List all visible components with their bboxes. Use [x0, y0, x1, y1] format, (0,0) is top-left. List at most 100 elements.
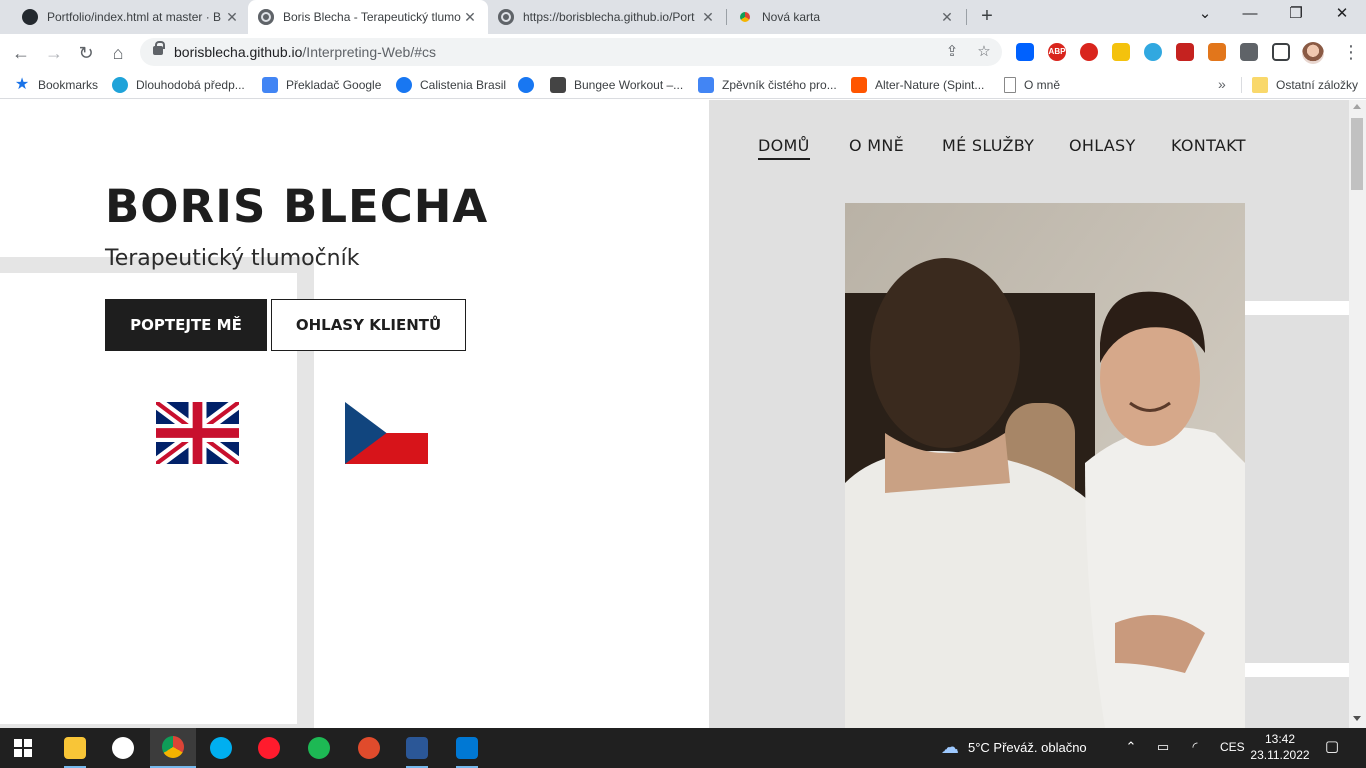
bookmark-label: Překladač Google — [286, 78, 382, 92]
windows-logo-icon — [14, 739, 32, 757]
video-speed-extension-icon[interactable] — [1176, 43, 1194, 61]
spotify-icon — [308, 737, 330, 759]
taskbar-skype[interactable] — [198, 728, 244, 768]
language-indicator[interactable]: CES — [1220, 740, 1245, 754]
facebook-icon — [518, 77, 534, 93]
adblock-plus-extension-icon[interactable]: ABP — [1048, 43, 1066, 61]
taskbar-ccleaner[interactable] — [346, 728, 392, 768]
weather-cloud-icon[interactable]: ☁ — [938, 738, 962, 756]
dropbox-extension-icon[interactable] — [1016, 43, 1034, 61]
close-icon[interactable]: ✕ — [700, 9, 716, 26]
clock-date[interactable]: 23.11.2022 — [1250, 748, 1310, 762]
chevron-up-icon[interactable]: ⌃ — [1123, 739, 1139, 755]
tab-search-button[interactable]: ⌄ — [1183, 0, 1227, 30]
bookmark-o-mne[interactable]: O mně — [1004, 76, 1060, 94]
bookmark-bungee-workout[interactable]: Bungee Workout –... — [550, 76, 683, 94]
chrome-icon — [162, 736, 184, 758]
browser-tab-strip: Portfolio/index.html at master · B ✕ Bor… — [0, 0, 1366, 34]
bookmark-star-icon[interactable]: ☆ — [974, 42, 994, 62]
sparkle-extension-icon[interactable] — [1112, 43, 1130, 61]
scroll-down-arrow[interactable] — [1353, 716, 1361, 721]
decorative-stripe — [1245, 663, 1349, 677]
scroll-thumb[interactable] — [1351, 118, 1363, 190]
page-scrollbar[interactable] — [1349, 100, 1366, 728]
close-icon[interactable]: ✕ — [939, 9, 955, 26]
metamask-extension-icon[interactable] — [1208, 43, 1226, 61]
bookmark-calistenia[interactable]: Calistenia Brasil — [396, 76, 506, 94]
notification-icon[interactable]: ▢ — [1324, 739, 1340, 755]
bookmark-google-translate[interactable]: Překladač Google — [262, 76, 381, 94]
word-icon — [406, 737, 428, 759]
cloud-extension-icon[interactable] — [1144, 43, 1162, 61]
url-host: borisblecha.github.io — [174, 44, 303, 60]
bookmark-yr-weather[interactable]: Dlouhodobá předp... — [112, 76, 245, 94]
bookmark-label: O mně — [1024, 78, 1061, 92]
wifi-icon[interactable]: ◜ — [1187, 739, 1203, 755]
tab-new-tab[interactable]: Nová karta ✕ — [727, 0, 965, 34]
english-flag[interactable] — [156, 402, 239, 464]
yr-weather-icon — [112, 77, 128, 93]
bookmarks-overflow-button[interactable]: » — [1218, 76, 1226, 92]
facebook-icon — [396, 77, 412, 93]
nav-services[interactable]: MÉ SLUŽBY — [942, 136, 1034, 155]
taskbar-vscode[interactable] — [444, 728, 490, 768]
lock-icon[interactable] — [153, 41, 165, 55]
side-panel-icon[interactable] — [1272, 43, 1290, 61]
taskbar-file-explorer[interactable] — [52, 728, 98, 768]
battery-icon[interactable]: ▭ — [1155, 739, 1171, 755]
bookmark-facebook[interactable] — [518, 76, 542, 94]
address-bar[interactable]: borisblecha.github.io/Interpreting-Web/#… — [140, 38, 1002, 66]
start-button[interactable] — [0, 728, 46, 768]
contact-me-button[interactable]: POPTEJTE MĚ — [105, 299, 267, 351]
taskbar-spotify[interactable] — [296, 728, 342, 768]
taskbar-opera[interactable] — [246, 728, 292, 768]
forward-button[interactable]: → — [41, 40, 67, 66]
profile-avatar[interactable] — [1302, 42, 1324, 64]
nav-home[interactable]: DOMŮ — [758, 136, 810, 160]
weather-text[interactable]: 5°C Převáž. oblačno — [968, 740, 1087, 755]
client-reviews-button[interactable]: OHLASY KLIENTŮ — [271, 299, 466, 351]
bookmark-label: Ostatní záložky — [1276, 78, 1359, 92]
chrome-icon — [737, 9, 753, 25]
star-icon: ★ — [14, 76, 30, 93]
bookmark-other-folder[interactable]: Ostatní záložky — [1252, 76, 1358, 94]
chrome-menu-button[interactable]: ⋮ — [1342, 40, 1360, 66]
tab-title: Nová karta — [762, 10, 821, 24]
new-tab-button[interactable]: + — [976, 6, 998, 28]
windows-taskbar: ☁ 5°C Převáž. oblačno ⌃ ▭ ◜ CES 13:42 23… — [0, 728, 1366, 768]
globe-icon — [498, 9, 514, 25]
nav-reviews[interactable]: OHLASY — [1069, 136, 1136, 155]
tab-boris-blecha[interactable]: Boris Blecha - Terapeutický tlumo ✕ — [248, 0, 488, 34]
back-button[interactable]: ← — [8, 40, 34, 66]
close-window-button[interactable]: ✕ — [1320, 0, 1364, 30]
folder-icon — [64, 737, 86, 759]
reload-button[interactable]: ↻ — [73, 40, 99, 66]
minimize-button[interactable]: — — [1228, 0, 1272, 30]
nav-contact[interactable]: KONTAKT — [1171, 136, 1246, 155]
tab-portfolio-github[interactable]: Portfolio/index.html at master · B ✕ — [12, 0, 250, 34]
czech-flag[interactable] — [345, 402, 428, 464]
home-button[interactable]: ⌂ — [105, 40, 131, 66]
folder-icon — [1252, 77, 1268, 93]
nav-about[interactable]: O MNĚ — [849, 136, 904, 155]
url-text[interactable]: borisblecha.github.io/Interpreting-Web/#… — [174, 44, 436, 60]
bookmark-label: Calistenia Brasil — [420, 78, 507, 92]
tab-github-io[interactable]: https://borisblecha.github.io/Port ✕ — [488, 0, 726, 34]
taskbar-word[interactable] — [394, 728, 440, 768]
extensions-puzzle-icon[interactable] — [1240, 43, 1258, 61]
close-icon[interactable]: ✕ — [224, 9, 240, 26]
bookmark-bookmarks[interactable]: ★ Bookmarks — [14, 76, 98, 94]
close-icon[interactable]: ✕ — [462, 9, 478, 26]
bookmark-zpevnik[interactable]: Zpěvník čistého pro... — [698, 76, 837, 94]
scroll-up-arrow[interactable] — [1353, 104, 1361, 109]
bookmark-label: Alter-Nature (Spint... — [875, 78, 985, 92]
taskbar-itunes[interactable] — [100, 728, 146, 768]
opera-icon — [258, 737, 280, 759]
taskbar-chrome[interactable] — [150, 728, 196, 768]
bookmark-alter-nature[interactable]: Alter-Nature (Spint... — [851, 76, 984, 94]
adblock-extension-icon[interactable] — [1080, 43, 1098, 61]
file-icon — [1004, 77, 1016, 93]
share-icon[interactable]: ⇪ — [942, 42, 962, 62]
restore-button[interactable]: ❐ — [1274, 0, 1318, 30]
clock-time[interactable]: 13:42 — [1258, 732, 1302, 746]
